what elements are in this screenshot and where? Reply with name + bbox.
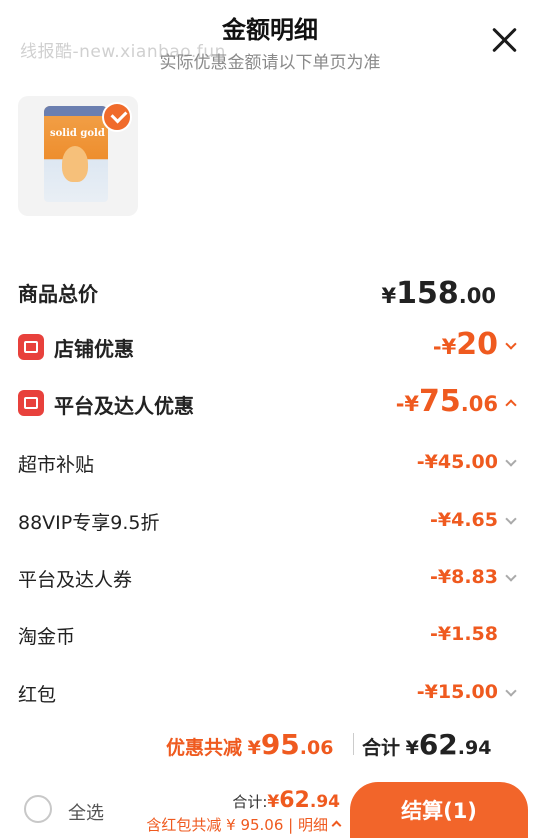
chevron-up-icon[interactable]: [505, 399, 517, 411]
platform-discount-icon: [18, 390, 44, 416]
platform-coupon-label: 平台及达人券: [18, 569, 133, 591]
grand-total: 合计 ¥62.94: [362, 728, 492, 761]
chevron-down-icon[interactable]: [505, 338, 517, 350]
product-bag-image: solid gold: [44, 106, 108, 202]
selected-check-icon[interactable]: [102, 102, 132, 132]
bottom-total: 合计:¥62.94: [232, 788, 340, 813]
checkout-button[interactable]: 结算(1): [350, 782, 528, 838]
page-subtitle: 实际优惠金额请以下单页为准: [159, 53, 381, 73]
total-price-value: ¥158.00: [381, 276, 496, 311]
platform-discount-label: 平台及达人优惠: [54, 394, 194, 418]
select-all-label[interactable]: 全选: [68, 799, 104, 825]
shop-discount-label: 店铺优惠: [54, 337, 134, 361]
chevron-down-icon[interactable]: [505, 570, 517, 582]
page-title: 金额明细: [222, 16, 318, 44]
vip-discount-label: 88VIP专享9.5折: [18, 512, 160, 534]
chevron-down-icon[interactable]: [505, 513, 517, 525]
close-icon[interactable]: [490, 26, 518, 54]
chevron-up-icon[interactable]: [331, 820, 342, 831]
chevron-down-icon[interactable]: [505, 455, 517, 467]
discount-total: 优惠共减 ¥95.06: [166, 728, 334, 761]
platform-coupon-value[interactable]: -¥8.83: [430, 566, 498, 588]
select-all-radio[interactable]: [24, 795, 52, 823]
taojinbi-value: -¥1.58: [429, 623, 498, 645]
red-packet-value[interactable]: -¥15.00: [417, 681, 498, 703]
taojinbi-label: 淘金币: [18, 626, 76, 648]
vip-discount-value[interactable]: -¥4.65: [430, 509, 498, 531]
supermarket-subsidy-value[interactable]: -¥45.00: [417, 451, 498, 473]
divider: [353, 733, 354, 755]
detail-toggle[interactable]: 含红包共减 ¥ 95.06 | 明细: [146, 814, 342, 835]
bag-brand-label: solid gold: [50, 128, 105, 139]
total-price-label: 商品总价: [18, 282, 98, 306]
supermarket-subsidy-label: 超市补贴: [18, 454, 95, 476]
shop-discount-icon: [18, 334, 44, 360]
chevron-down-icon[interactable]: [505, 685, 517, 697]
red-packet-label: 红包: [18, 684, 57, 706]
shop-discount-value[interactable]: -¥20: [433, 327, 498, 362]
platform-discount-value[interactable]: -¥75.06: [396, 384, 498, 419]
